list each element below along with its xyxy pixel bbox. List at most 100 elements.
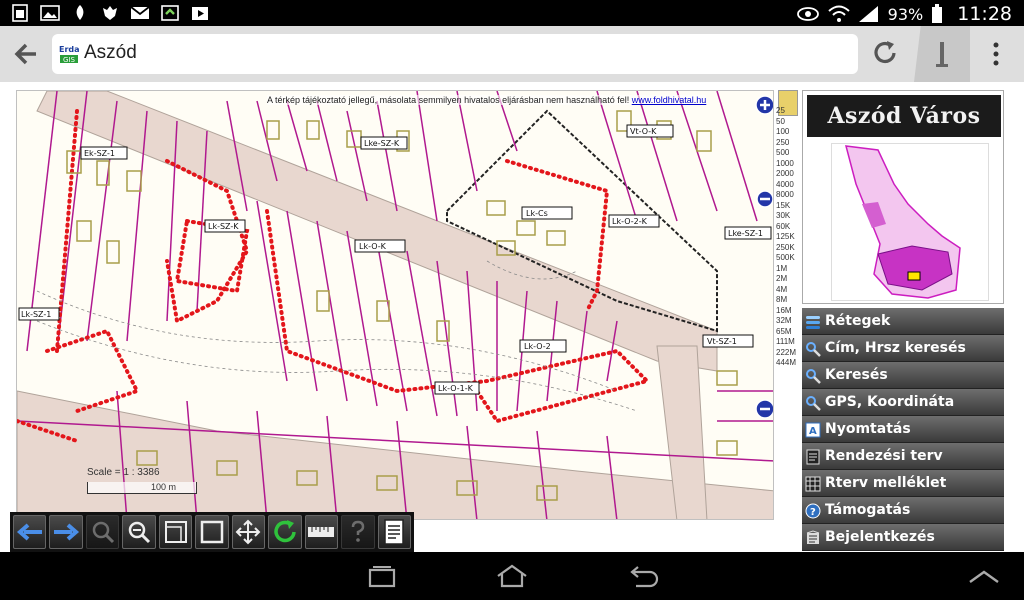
url-field[interactable]: Erda GIS Aszód <box>52 34 858 74</box>
recent-apps-icon[interactable] <box>364 564 400 588</box>
zoom-level-label[interactable]: 32M <box>776 316 800 327</box>
zoom-level-label[interactable]: 444M <box>776 358 800 369</box>
menu-item[interactable]: Rendezési terv <box>802 443 1004 470</box>
mail-icon <box>130 6 150 19</box>
move-arrows-icon <box>236 519 261 545</box>
zoom-level-label[interactable]: 222M <box>776 348 800 359</box>
menu-item-label: Cím, Hrsz keresés <box>825 340 966 356</box>
print-icon: A <box>805 422 821 438</box>
svg-text:Lk-O-1-K: Lk-O-1-K <box>438 384 474 393</box>
menu-item[interactable]: ? Támogatás <box>802 497 1004 524</box>
zoom-level-label[interactable]: 65M <box>776 327 800 338</box>
gallery-icon <box>40 5 60 21</box>
cadastral-map-drawing: Lk-Cs Lk-O-2-K Vt-SZ-1 Lk-SZ-K Lk-O-K Lk… <box>17 91 773 519</box>
menu-item-label: Keresés <box>825 367 888 383</box>
zoom-level-label[interactable]: 8M <box>776 295 800 306</box>
info-tool-button[interactable] <box>341 515 375 549</box>
menu-item[interactable]: A Nyomtatás <box>802 416 1004 443</box>
menu-item[interactable]: Cím, Hrsz keresés <box>802 335 1004 362</box>
question-cursor-icon <box>351 520 365 542</box>
pan-tool-button[interactable] <box>231 515 266 549</box>
zoom-level-label[interactable]: 125K <box>776 232 800 243</box>
document-icon <box>806 449 820 465</box>
help-icon: ? <box>805 503 821 519</box>
zoom-level-label[interactable]: 500 <box>776 148 800 159</box>
zoom-in-tool-button[interactable] <box>85 515 120 549</box>
layers-icon <box>806 316 820 329</box>
menu-item[interactable]: Keresés <box>802 362 1004 389</box>
full-extent-button[interactable] <box>195 515 229 549</box>
sim-card-icon <box>12 4 28 22</box>
zoom-level-label[interactable]: 250K <box>776 243 800 254</box>
zoom-level-label[interactable]: 2M <box>776 274 800 285</box>
zoom-level-label[interactable]: 1M <box>776 264 800 275</box>
zoom-level-label[interactable]: 15K <box>776 201 800 212</box>
zoom-level-label[interactable]: 100 <box>776 127 800 138</box>
legend-button[interactable] <box>377 515 411 549</box>
zoom-scale-labels: 25 50 100 250 500 1000 2000 4000 8000 15K 30K 60K 12… <box>776 106 800 369</box>
zoom-level-label[interactable]: 250 <box>776 138 800 149</box>
zoom-level-label[interactable]: 500K <box>776 253 800 264</box>
battery-percent: 93% <box>887 4 924 24</box>
zoom-in-icon[interactable] <box>755 95 774 115</box>
clock: 11:28 <box>957 3 1012 25</box>
tabs-button[interactable] <box>914 26 970 82</box>
download-icon <box>161 5 179 21</box>
menu-item-label: Nyomtatás <box>825 421 911 437</box>
overflow-menu-icon[interactable] <box>986 40 1006 68</box>
grid-document-icon <box>805 476 821 492</box>
menu-item[interactable]: Bejelentkezés <box>802 524 1004 551</box>
zoom-level-label[interactable]: 2000 <box>776 169 800 180</box>
foldhivatal-link[interactable]: www.foldhivatal.hu <box>632 95 707 105</box>
svg-text:Lk-O-2-K: Lk-O-2-K <box>612 217 648 226</box>
svg-text:Lke-SZ-K: Lke-SZ-K <box>364 139 400 148</box>
overview-map-drawing <box>844 145 961 299</box>
zoom-level-label[interactable]: 30K <box>776 211 800 222</box>
svg-text:Lke-SZ-1: Lke-SZ-1 <box>728 229 763 238</box>
measure-button[interactable] <box>304 515 339 549</box>
pan-right-button[interactable] <box>49 515 83 549</box>
pan-left-button[interactable] <box>13 515 47 549</box>
zoom-box-button[interactable] <box>158 515 193 549</box>
magnifier-minus-icon <box>128 521 151 544</box>
zoom-level-label[interactable]: 60K <box>776 222 800 233</box>
notification-icons <box>10 4 210 22</box>
zoom-out-icon[interactable] <box>755 399 774 419</box>
refresh-button[interactable] <box>268 515 302 549</box>
zoom-level-label[interactable]: 16M <box>776 306 800 317</box>
zoom-level-label[interactable]: 4M <box>776 285 800 296</box>
map-toolbar <box>10 512 414 554</box>
arrow-left-icon <box>16 523 42 541</box>
zoom-level-label[interactable]: 4000 <box>776 180 800 191</box>
menu-item[interactable]: Rétegek <box>802 308 1004 335</box>
page-title: Aszód <box>84 42 137 63</box>
zoom-level-label[interactable]: 8000 <box>776 190 800 201</box>
zoom-out-tool-button[interactable] <box>122 515 156 549</box>
arrow-right-icon <box>54 523 80 541</box>
menu-item[interactable]: GPS, Koordináta <box>802 389 1004 416</box>
overview-map[interactable] <box>831 143 989 301</box>
zoom-slider-handle-icon[interactable] <box>755 189 774 209</box>
erda-gis-favicon-icon: Erda GIS <box>58 44 80 64</box>
document-list-icon <box>384 519 404 545</box>
refresh-green-icon <box>274 520 296 543</box>
map-canvas[interactable]: Lk-Cs Lk-O-2-K Vt-SZ-1 Lk-SZ-K Lk-O-K Lk… <box>16 90 774 520</box>
back-icon[interactable] <box>624 564 660 588</box>
zoom-level-label[interactable]: 25 <box>776 106 800 117</box>
zoom-level-label[interactable]: 111M <box>776 337 800 348</box>
reload-icon[interactable] <box>870 38 900 68</box>
tab-switcher-icon <box>936 42 948 67</box>
svg-text:Lk-Cs: Lk-Cs <box>526 209 548 218</box>
menu-item[interactable]: Rterv melléklet <box>802 470 1004 497</box>
zoom-level-label[interactable]: 1000 <box>776 159 800 170</box>
svg-text:Lk-SZ-K: Lk-SZ-K <box>208 222 239 231</box>
zoom-level-label[interactable]: 50 <box>776 117 800 128</box>
navigation-bar <box>0 552 1024 600</box>
svg-text:GIS: GIS <box>63 56 75 64</box>
back-arrow-icon[interactable] <box>8 36 44 72</box>
chevron-up-icon[interactable] <box>966 564 1002 588</box>
login-icon <box>806 530 820 544</box>
svg-text:Lk-O-K: Lk-O-K <box>359 242 387 251</box>
scale-indicator: Scale = 1 : 3386 100 m <box>87 467 197 494</box>
home-icon[interactable] <box>494 564 530 588</box>
